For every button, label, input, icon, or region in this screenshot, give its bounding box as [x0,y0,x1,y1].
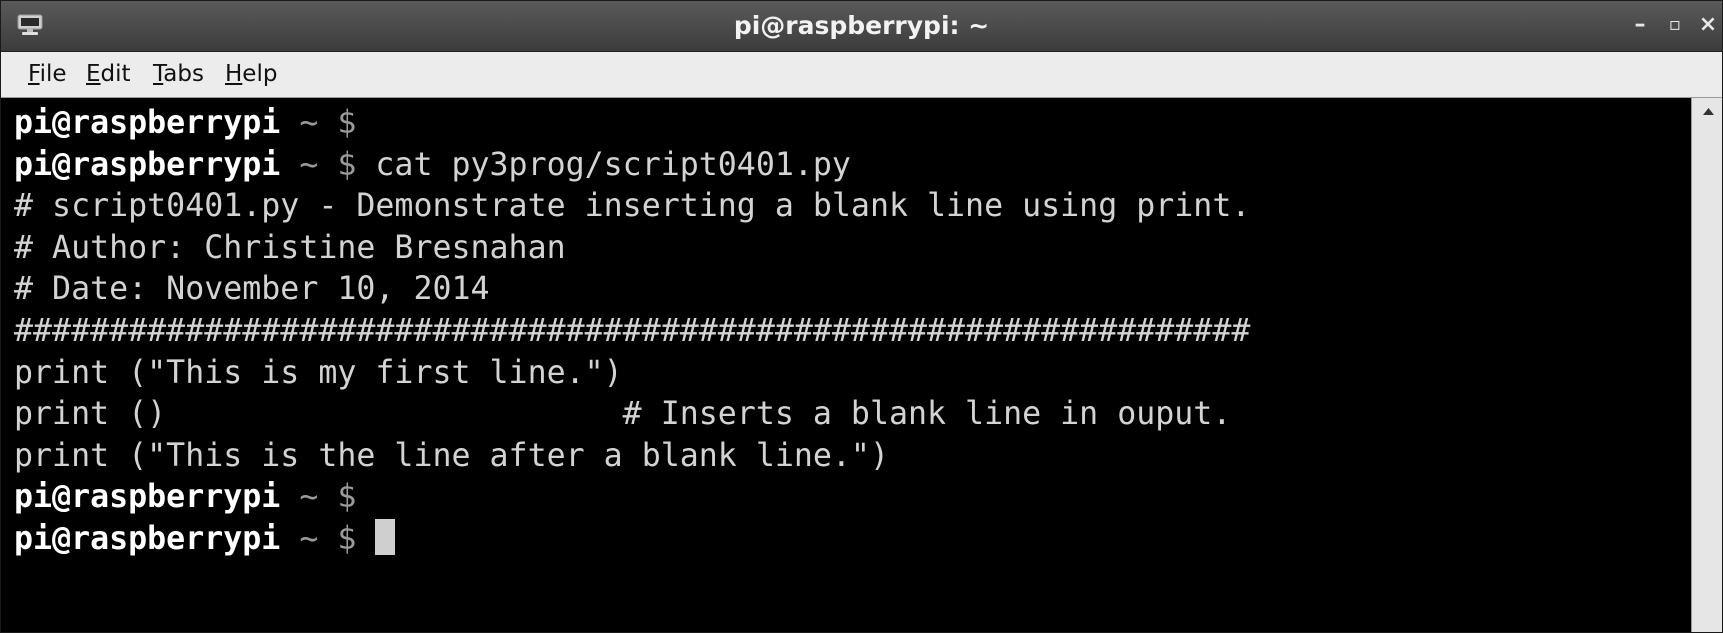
close-button[interactable]: × [1695,11,1721,39]
prompt-tail: ~ $ [280,105,357,141]
terminal-line: pi@raspberrypi ~ $ [14,477,1250,519]
output-line: ########################################… [14,312,1251,349]
prompt-user: pi@raspberrypi [14,105,281,141]
menu-tabs-label: abs [163,61,204,87]
maximize-button[interactable]: ▫ [1662,11,1688,39]
menu-edit-mnemonic: E [86,61,101,87]
prompt-user: pi@raspberrypi [14,146,281,183]
output-line: # Date: November 10, 2014 [14,271,490,308]
menu-help-label: elp [242,61,278,87]
terminal-output[interactable]: pi@raspberrypi ~ $ pi@raspberrypi ~ $ ca… [1,98,1691,632]
prompt-tail: ~ $ [280,520,357,557]
output-line: print () # Inserts a blank line in ouput… [14,396,1232,433]
menu-file[interactable]: File [28,52,67,97]
text-cursor [375,518,396,555]
minimize-button[interactable]: – [1627,11,1653,39]
menu-file-mnemonic: F [28,61,40,87]
prompt-user: pi@raspberrypi [14,520,281,557]
command-text: cat py3prog/script0401.py [356,146,851,183]
menu-file-label: ile [39,61,67,87]
menu-edit[interactable]: Edit [86,52,131,97]
command-text [356,521,375,557]
prompt-tail: ~ $ [280,479,357,516]
output-line: print ("This is my first line.") [14,354,623,391]
output-line: print ("This is the line after a blank l… [14,437,889,474]
output-line: # Author: Christine Bresnahan [14,229,566,266]
menu-tabs[interactable]: Tabs [153,52,204,97]
terminal-lines: pi@raspberrypi ~ $ pi@raspberrypi ~ $ ca… [14,103,1250,561]
prompt-tail: ~ $ [280,146,357,183]
title-bar[interactable]: pi@raspberrypi: ~ – ▫ × [1,1,1722,52]
scroll-up-arrow-icon[interactable] [1692,98,1723,124]
terminal-line: pi@raspberrypi ~ $ [14,518,1250,561]
menu-help-mnemonic: H [225,61,243,87]
terminal-line: pi@raspberrypi ~ $ cat py3prog/script040… [14,145,1250,187]
menu-edit-label: dit [100,61,131,87]
prompt-user: pi@raspberrypi [14,479,281,516]
terminal-window: pi@raspberrypi: ~ – ▫ × File Edit Tabs H… [0,0,1723,633]
menu-help[interactable]: Help [225,52,277,97]
output-line: # script0401.py - Demonstrate inserting … [14,188,1251,225]
vertical-scrollbar[interactable] [1691,98,1723,632]
terminal-line: pi@raspberrypi ~ $ [14,103,1250,145]
window-title: pi@raspberrypi: ~ [733,11,990,40]
menu-tabs-mnemonic: T [153,61,164,87]
menu-bar: File Edit Tabs Help [1,52,1722,98]
